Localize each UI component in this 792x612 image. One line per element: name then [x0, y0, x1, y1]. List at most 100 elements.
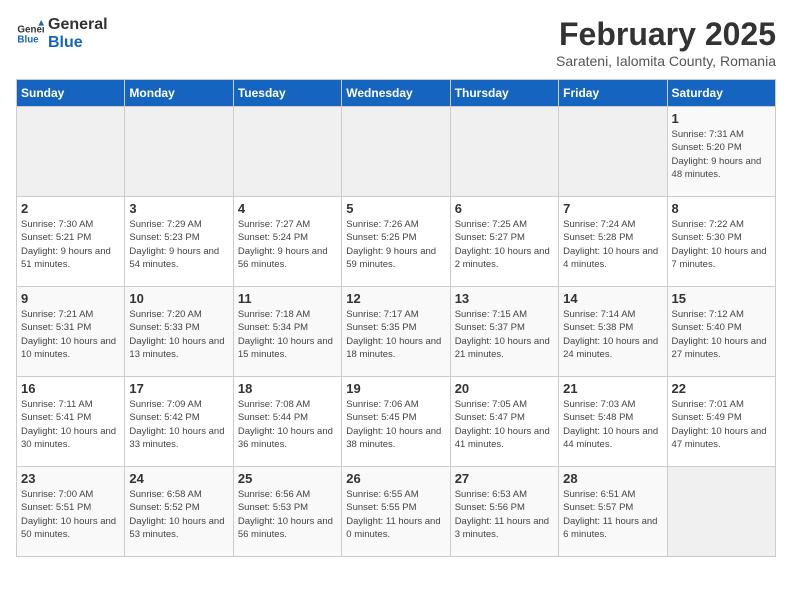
weekday-header-thursday: Thursday — [450, 80, 558, 107]
weekday-header-friday: Friday — [559, 80, 667, 107]
day-info: Sunrise: 7:25 AM Sunset: 5:27 PM Dayligh… — [455, 218, 554, 271]
day-info: Sunrise: 6:51 AM Sunset: 5:57 PM Dayligh… — [563, 488, 662, 541]
day-number: 11 — [238, 291, 337, 306]
day-number: 10 — [129, 291, 228, 306]
day-info: Sunrise: 7:03 AM Sunset: 5:48 PM Dayligh… — [563, 398, 662, 451]
calendar-cell: 7 Sunrise: 7:24 AM Sunset: 5:28 PM Daylig… — [559, 197, 667, 287]
calendar-cell: 12Sunrise: 7:17 AM Sunset: 5:35 PM Dayli… — [342, 287, 450, 377]
day-number: 1 — [672, 111, 771, 126]
day-info: Sunrise: 6:55 AM Sunset: 5:55 PM Dayligh… — [346, 488, 445, 541]
day-info: Sunrise: 7:31 AM Sunset: 5:20 PM Dayligh… — [672, 128, 771, 181]
calendar-cell: 17 Sunrise: 7:09 AM Sunset: 5:42 PM Dayli… — [125, 377, 233, 467]
day-info: Sunrise: 7:22 AM Sunset: 5:30 PM Dayligh… — [672, 218, 771, 271]
day-info: Sunrise: 7:24 AM Sunset: 5:28 PM Dayligh… — [563, 218, 662, 271]
day-number: 22 — [672, 381, 771, 396]
weekday-header-saturday: Saturday — [667, 80, 775, 107]
calendar-cell: 19 Sunrise: 7:06 AM Sunset: 5:45 PM Dayli… — [342, 377, 450, 467]
calendar-cell: 15 Sunrise: 7:12 AM Sunset: 5:40 PM Dayli… — [667, 287, 775, 377]
weekday-header-tuesday: Tuesday — [233, 80, 341, 107]
calendar-cell — [233, 107, 341, 197]
calendar-cell: 28 Sunrise: 6:51 AM Sunset: 5:57 PM Dayli… — [559, 467, 667, 557]
calendar-cell: 11 Sunrise: 7:18 AM Sunset: 5:34 PM Dayli… — [233, 287, 341, 377]
day-number: 24 — [129, 471, 228, 486]
day-number: 7 — [563, 201, 662, 216]
weekday-header-monday: Monday — [125, 80, 233, 107]
day-number: 25 — [238, 471, 337, 486]
day-info: Sunrise: 6:58 AM Sunset: 5:52 PM Dayligh… — [129, 488, 228, 541]
day-info: Sunrise: 7:01 AM Sunset: 5:49 PM Dayligh… — [672, 398, 771, 451]
day-info: Sunrise: 7:00 AM Sunset: 5:51 PM Dayligh… — [21, 488, 120, 541]
day-number: 15 — [672, 291, 771, 306]
day-number: 23 — [21, 471, 120, 486]
day-info: Sunrise: 7:12 AM Sunset: 5:40 PM Dayligh… — [672, 308, 771, 361]
calendar-cell: 20 Sunrise: 7:05 AM Sunset: 5:47 PM Dayli… — [450, 377, 558, 467]
calendar-cell — [667, 467, 775, 557]
day-number: 26 — [346, 471, 445, 486]
calendar-cell: 9 Sunrise: 7:21 AM Sunset: 5:31 PM Daylig… — [17, 287, 125, 377]
day-info: Sunrise: 7:09 AM Sunset: 5:42 PM Dayligh… — [129, 398, 228, 451]
day-info: Sunrise: 7:14 AM Sunset: 5:38 PM Dayligh… — [563, 308, 662, 361]
day-info: Sunrise: 7:30 AM Sunset: 5:21 PM Dayligh… — [21, 218, 120, 271]
day-info: Sunrise: 7:20 AM Sunset: 5:33 PM Dayligh… — [129, 308, 228, 361]
day-number: 2 — [21, 201, 120, 216]
weekday-header-wednesday: Wednesday — [342, 80, 450, 107]
day-number: 4 — [238, 201, 337, 216]
day-info: Sunrise: 7:29 AM Sunset: 5:23 PM Dayligh… — [129, 218, 228, 271]
day-number: 18 — [238, 381, 337, 396]
day-info: Sunrise: 7:21 AM Sunset: 5:31 PM Dayligh… — [21, 308, 120, 361]
weekday-header-sunday: Sunday — [17, 80, 125, 107]
day-number: 8 — [672, 201, 771, 216]
calendar-week-row: 23 Sunrise: 7:00 AM Sunset: 5:51 PM Dayli… — [17, 467, 776, 557]
day-info: Sunrise: 7:06 AM Sunset: 5:45 PM Dayligh… — [346, 398, 445, 451]
calendar-cell: 2 Sunrise: 7:30 AM Sunset: 5:21 PM Daylig… — [17, 197, 125, 287]
day-number: 27 — [455, 471, 554, 486]
title-area: February 2025 Sarateni, Ialomita County,… — [556, 16, 776, 69]
day-info: Sunrise: 7:15 AM Sunset: 5:37 PM Dayligh… — [455, 308, 554, 361]
calendar-cell: 14 Sunrise: 7:14 AM Sunset: 5:38 PM Dayli… — [559, 287, 667, 377]
day-info: Sunrise: 7:26 AM Sunset: 5:25 PM Dayligh… — [346, 218, 445, 271]
day-info: Sunrise: 7:18 AM Sunset: 5:34 PM Dayligh… — [238, 308, 337, 361]
calendar-cell: 24 Sunrise: 6:58 AM Sunset: 5:52 PM Dayli… — [125, 467, 233, 557]
day-info: Sunrise: 7:05 AM Sunset: 5:47 PM Dayligh… — [455, 398, 554, 451]
day-number: 20 — [455, 381, 554, 396]
calendar-cell: 1 Sunrise: 7:31 AM Sunset: 5:20 PM Daylig… — [667, 107, 775, 197]
calendar-cell: 25 Sunrise: 6:56 AM Sunset: 5:53 PM Dayli… — [233, 467, 341, 557]
day-number: 14 — [563, 291, 662, 306]
day-number: 21 — [563, 381, 662, 396]
calendar-table: SundayMondayTuesdayWednesdayThursdayFrid… — [16, 79, 776, 557]
day-info: Sunrise: 7:17 AM Sunset: 5:35 PM Dayligh… — [346, 308, 445, 361]
calendar-cell: 18 Sunrise: 7:08 AM Sunset: 5:44 PM Dayli… — [233, 377, 341, 467]
day-info: Sunrise: 6:53 AM Sunset: 5:56 PM Dayligh… — [455, 488, 554, 541]
logo-blue-text: Blue — [48, 34, 108, 52]
day-number: 16 — [21, 381, 120, 396]
day-number: 9 — [21, 291, 120, 306]
calendar-week-row: 16 Sunrise: 7:11 AM Sunset: 5:41 PM Dayli… — [17, 377, 776, 467]
calendar-week-row: 2 Sunrise: 7:30 AM Sunset: 5:21 PM Daylig… — [17, 197, 776, 287]
calendar-cell: 23 Sunrise: 7:00 AM Sunset: 5:51 PM Dayli… — [17, 467, 125, 557]
day-number: 17 — [129, 381, 228, 396]
location-subtitle: Sarateni, Ialomita County, Romania — [556, 53, 776, 69]
weekday-header-row: SundayMondayTuesdayWednesdayThursdayFrid… — [17, 80, 776, 107]
logo-icon: General Blue — [16, 20, 44, 48]
calendar-cell: 26 Sunrise: 6:55 AM Sunset: 5:55 PM Dayli… — [342, 467, 450, 557]
day-info: Sunrise: 6:56 AM Sunset: 5:53 PM Dayligh… — [238, 488, 337, 541]
day-number: 3 — [129, 201, 228, 216]
calendar-cell: 8 Sunrise: 7:22 AM Sunset: 5:30 PM Daylig… — [667, 197, 775, 287]
day-number: 28 — [563, 471, 662, 486]
calendar-cell — [450, 107, 558, 197]
day-info: Sunrise: 7:08 AM Sunset: 5:44 PM Dayligh… — [238, 398, 337, 451]
calendar-cell: 5 Sunrise: 7:26 AM Sunset: 5:25 PM Daylig… — [342, 197, 450, 287]
month-year-title: February 2025 — [556, 16, 776, 53]
day-number: 6 — [455, 201, 554, 216]
day-info: Sunrise: 7:11 AM Sunset: 5:41 PM Dayligh… — [21, 398, 120, 451]
calendar-cell: 6 Sunrise: 7:25 AM Sunset: 5:27 PM Daylig… — [450, 197, 558, 287]
calendar-week-row: 1 Sunrise: 7:31 AM Sunset: 5:20 PM Daylig… — [17, 107, 776, 197]
calendar-cell — [125, 107, 233, 197]
day-number: 19 — [346, 381, 445, 396]
calendar-cell — [559, 107, 667, 197]
calendar-cell: 22 Sunrise: 7:01 AM Sunset: 5:49 PM Dayli… — [667, 377, 775, 467]
calendar-cell: 21 Sunrise: 7:03 AM Sunset: 5:48 PM Dayli… — [559, 377, 667, 467]
calendar-cell: 3 Sunrise: 7:29 AM Sunset: 5:23 PM Daylig… — [125, 197, 233, 287]
header: General Blue General Blue February 2025 … — [16, 16, 776, 69]
day-number: 5 — [346, 201, 445, 216]
